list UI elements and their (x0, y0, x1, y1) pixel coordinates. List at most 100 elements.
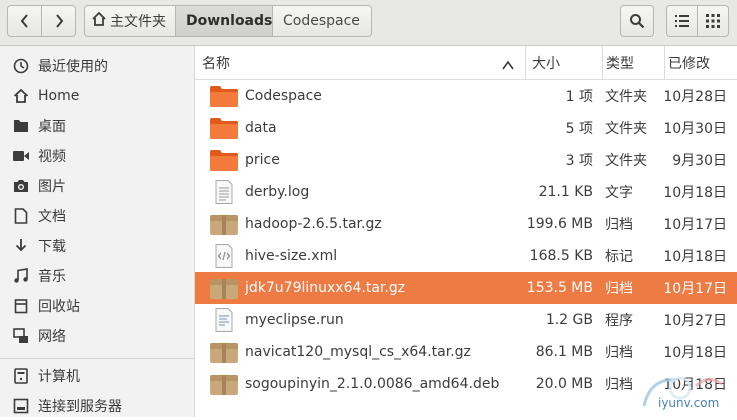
file-row[interactable]: price 3 项文件夹 9月30日 (195, 144, 737, 176)
file-modified: 10月30日 (663, 121, 727, 137)
computer-icon (12, 367, 30, 385)
folder-icon (209, 116, 239, 140)
breadcrumb-home[interactable]: 主文件夹 (84, 5, 176, 37)
file-type: 文件夹 (605, 121, 647, 137)
file-name: jdk7u79linuxx64.tar.gz (245, 280, 406, 296)
file-name: data (245, 120, 277, 136)
column-header-type[interactable]: 类型 (602, 46, 664, 80)
file-modified: 10月28日 (663, 89, 727, 105)
file-type: 文件夹 (605, 89, 647, 105)
folder-icon (12, 117, 30, 135)
sidebar-item-label: 回收站 (38, 299, 80, 315)
music-icon (12, 267, 30, 285)
file-name: price (245, 152, 280, 168)
file-size: 5 项 (565, 121, 593, 137)
sidebar-separator (0, 358, 194, 359)
trash-icon (12, 297, 30, 315)
file-name: myeclipse.run (245, 312, 344, 328)
file-size: 3 项 (565, 153, 593, 169)
sidebar-item-computer[interactable]: 计算机 (0, 362, 194, 390)
clock-icon (12, 57, 30, 75)
file-size: 21.1 KB (538, 184, 593, 200)
file-type: 程序 (605, 313, 633, 329)
header-bar: 主文件夹 Downloads Codespace (0, 0, 737, 46)
list-view-button[interactable] (666, 5, 698, 37)
file-name: derby.log (245, 184, 310, 200)
sidebar-item-documents[interactable]: 文档 (0, 202, 194, 230)
sidebar-item-connect-server[interactable]: 连接到服务器 (0, 392, 194, 420)
archive-icon (209, 212, 239, 236)
file-row[interactable]: derby.log 21.1 KB 文字 10月18日 (195, 176, 737, 208)
file-size: 1.2 GB (545, 312, 593, 328)
sidebar-item-label: 视频 (38, 149, 66, 165)
grid-view-button[interactable] (697, 5, 729, 37)
file-row[interactable]: data 5 项文件夹 10月30日 (195, 112, 737, 144)
sidebar-item-recent[interactable]: 最近使用的 (0, 52, 194, 80)
sidebar-item-downloads[interactable]: 下载 (0, 232, 194, 260)
file-type: 归档 (605, 217, 633, 233)
column-header-modified[interactable]: 已修改 (664, 46, 737, 80)
file-type: 文件夹 (605, 153, 647, 169)
sidebar-item-label: 桌面 (38, 119, 66, 135)
camera-icon (12, 177, 30, 195)
chevron-left-icon (20, 14, 30, 28)
search-button[interactable] (620, 5, 654, 37)
breadcrumb-downloads[interactable]: Downloads (175, 5, 273, 37)
file-row[interactable]: hadoop-2.6.5.tar.gz 199.6 MB 归档 10月17日 (195, 208, 737, 240)
markup-file-icon (209, 244, 239, 268)
file-row[interactable]: myeclipse.run 1.2 GB 程序 10月27日 (195, 304, 737, 336)
file-row[interactable]: jdk7u79linuxx64.tar.gz 153.5 MB 归档 10月17日 (195, 272, 737, 304)
file-modified: 10月18日 (663, 345, 727, 361)
column-header-name-label: 名称 (202, 55, 230, 72)
archive-icon (209, 340, 239, 364)
network-icon (12, 327, 30, 345)
sidebar-item-desktop[interactable]: 桌面 (0, 112, 194, 140)
breadcrumb-codespace-label: Codespace (283, 13, 360, 29)
sidebar-item-label: 计算机 (38, 369, 80, 385)
sidebar-item-label: 连接到服务器 (38, 399, 122, 415)
folder-icon (209, 148, 239, 172)
sidebar-item-pictures[interactable]: 图片 (0, 172, 194, 200)
breadcrumb-home-label: 主文件夹 (110, 14, 166, 30)
home-icon (12, 87, 30, 105)
file-size: 199.6 MB (526, 216, 593, 232)
file-type: 归档 (605, 377, 633, 393)
watermark-logo: iyunv.com (636, 366, 736, 416)
grid-view-icon (706, 14, 720, 28)
file-name: Codespace (245, 88, 322, 104)
sidebar-item-label: 下载 (38, 239, 66, 255)
download-icon (12, 237, 30, 255)
sidebar-item-network[interactable]: 网络 (0, 322, 194, 350)
file-size: 20.0 MB (535, 376, 593, 392)
sidebar-item-label: 最近使用的 (38, 59, 108, 75)
file-modified: 10月17日 (663, 217, 727, 233)
breadcrumb-codespace[interactable]: Codespace (272, 5, 372, 37)
forward-button[interactable] (41, 5, 76, 37)
file-name: navicat120_mysql_cs_x64.tar.gz (245, 344, 471, 360)
file-name: hive-size.xml (245, 248, 338, 264)
sidebar-item-music[interactable]: 音乐 (0, 262, 194, 290)
file-type: 标记 (605, 249, 633, 265)
file-row[interactable]: Codespace 1 项文件夹 10月28日 (195, 80, 737, 112)
sidebar-item-trash[interactable]: 回收站 (0, 292, 194, 320)
sidebar-item-label: Home (38, 88, 80, 104)
file-type: 归档 (605, 345, 633, 361)
file-size: 86.1 MB (535, 344, 593, 360)
file-row[interactable]: navicat120_mysql_cs_x64.tar.gz 86.1 MB 归档 1… (195, 336, 737, 368)
back-button[interactable] (7, 5, 42, 37)
sidebar-item-home[interactable]: Home (0, 82, 194, 110)
file-type: 归档 (605, 281, 633, 297)
column-header-name[interactable]: 名称 (195, 46, 525, 80)
text-file-icon (209, 180, 239, 204)
search-icon (629, 13, 645, 29)
sidebar-item-videos[interactable]: 视频 (0, 142, 194, 170)
column-header-size[interactable]: 大小 (525, 46, 602, 80)
sort-ascending-icon (502, 58, 514, 74)
home-icon (91, 11, 107, 31)
file-row[interactable]: hive-size.xml 168.5 KB 标记 10月18日 (195, 240, 737, 272)
file-modified: 10月18日 (663, 249, 727, 265)
file-size: 153.5 MB (526, 280, 593, 296)
document-icon (12, 207, 30, 225)
breadcrumb-downloads-label: Downloads (186, 13, 273, 29)
file-modified: 10月17日 (663, 281, 727, 297)
